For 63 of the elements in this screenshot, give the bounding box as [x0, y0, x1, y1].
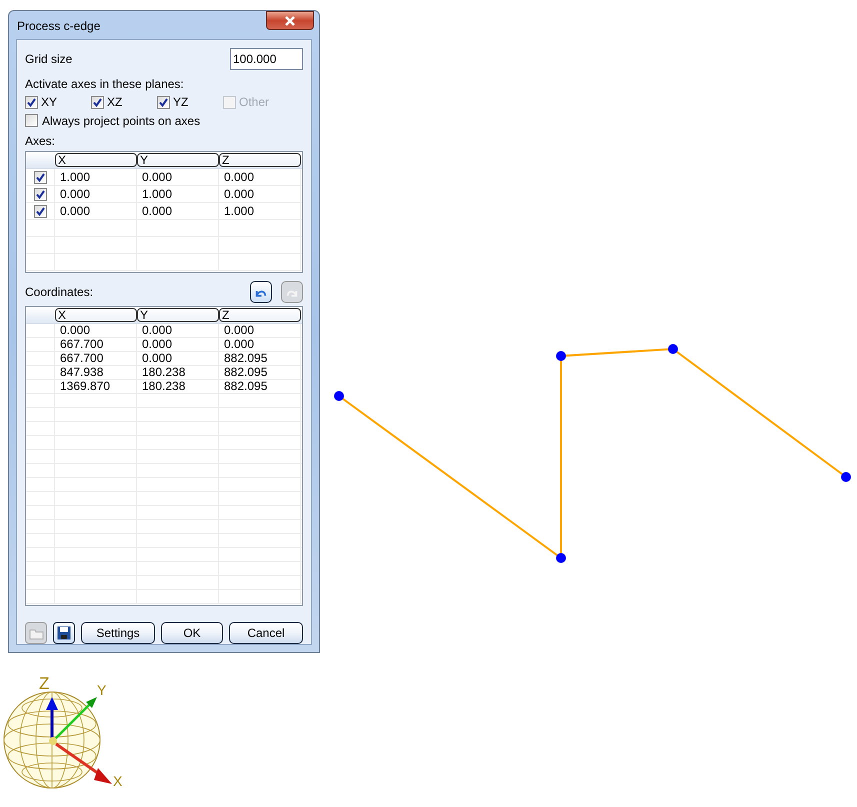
table-cell: 882.095: [219, 366, 301, 379]
dialog-button[interactable]: Cancel: [229, 622, 303, 644]
save-button[interactable]: [53, 622, 75, 644]
table-cell: 1.000: [55, 169, 137, 185]
checkbox-label: YZ: [173, 94, 188, 111]
table-cell: 0.000: [219, 186, 301, 202]
checkbox[interactable]: [25, 114, 38, 127]
column-header[interactable]: X: [55, 153, 137, 167]
table-cell: 0.000: [55, 203, 137, 219]
checkbox-label: XZ: [107, 94, 122, 111]
table-cell: 0.000: [219, 169, 301, 185]
table-cell: 0.000: [219, 338, 301, 351]
table-cell: 847.938: [55, 366, 137, 379]
window-title: Process c-edge: [17, 18, 100, 35]
table-cell: 1369.870: [55, 380, 137, 393]
column-header[interactable]: Y: [137, 308, 219, 322]
axis-label: X: [113, 773, 122, 789]
checkbox-label: XY: [41, 94, 58, 111]
column-header[interactable]: Z: [219, 308, 301, 322]
column-header[interactable]: Z: [219, 153, 301, 167]
section-label: Coordinates:: [25, 284, 94, 301]
z-axis-arrow: [46, 697, 58, 740]
column-header[interactable]: X: [55, 308, 137, 322]
field-label: Grid size: [25, 51, 72, 68]
table-cell: 0.000: [137, 352, 219, 365]
section-label: Axes:: [25, 133, 56, 148]
table-cell: 180.238: [137, 380, 219, 393]
checkbox[interactable]: [34, 188, 46, 200]
table-cell: 0.000: [219, 324, 301, 337]
table-cell: 1.000: [137, 186, 219, 202]
column-header[interactable]: Y: [137, 153, 219, 167]
checkbox[interactable]: [34, 204, 46, 218]
dialog-button[interactable]: OK: [161, 622, 223, 644]
checkbox-label: Other: [239, 94, 270, 111]
table-cell: 0.000: [55, 186, 137, 202]
close-button[interactable]: [266, 11, 314, 30]
table-cell: 0.000: [137, 324, 219, 337]
folder-icon: [28, 626, 44, 640]
section-label: Activate axes in these planes:: [25, 76, 184, 93]
dialog-button[interactable]: Settings: [81, 622, 155, 644]
checkbox[interactable]: [34, 170, 46, 184]
origin-icon: [49, 737, 57, 745]
axis-label: Y: [97, 682, 106, 698]
checkbox[interactable]: [25, 96, 38, 108]
table-cell: 667.700: [55, 352, 137, 365]
undo-button[interactable]: [250, 281, 272, 303]
table-cell: 0.000: [137, 203, 219, 219]
axis-label: Z: [39, 674, 50, 693]
x-axis-arrow: [55, 742, 112, 784]
grid-size-field[interactable]: 100.000: [230, 48, 303, 70]
table-cell: 0.000: [137, 338, 219, 351]
table-cell: 882.095: [219, 380, 301, 393]
table-cell: 667.700: [55, 338, 137, 351]
table-cell: 0.000: [137, 169, 219, 185]
checkbox-label: Always project points on axes: [42, 112, 200, 130]
y-axis-arrow: [53, 697, 97, 741]
checkbox[interactable]: [157, 96, 170, 108]
table-cell: 1.000: [219, 203, 301, 219]
checkbox[interactable]: [91, 96, 104, 108]
close-icon: [284, 16, 296, 26]
table-cell: 882.095: [219, 352, 301, 365]
table-cell: 180.238: [137, 366, 219, 379]
table-cell: 0.000: [55, 324, 137, 337]
